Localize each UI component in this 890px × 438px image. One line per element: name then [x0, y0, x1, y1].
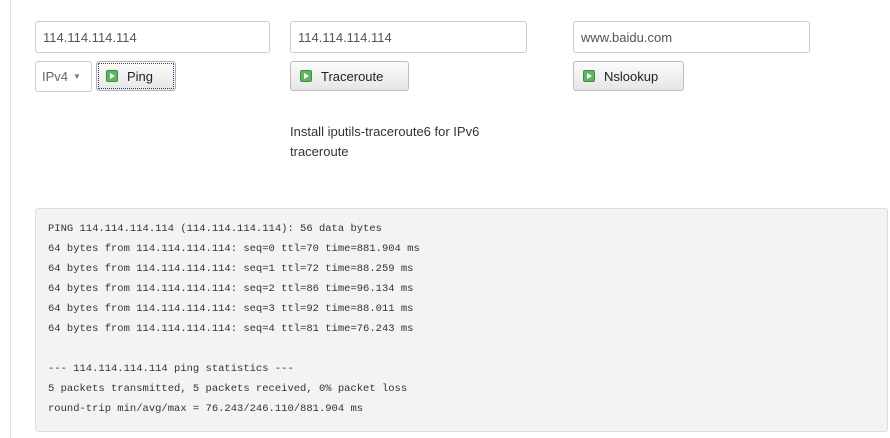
nslookup-button[interactable]: Nslookup [573, 61, 684, 91]
play-icon [106, 70, 118, 82]
traceroute-button[interactable]: Traceroute [290, 61, 409, 91]
ping-button[interactable]: Ping [96, 61, 176, 91]
play-icon [583, 70, 595, 82]
ping-host-input[interactable] [35, 21, 270, 53]
nslookup-button-label: Nslookup [604, 68, 659, 84]
ping-button-label: Ping [127, 68, 154, 84]
chevron-down-icon: ▼ [73, 71, 81, 81]
play-icon [300, 70, 312, 82]
ip-version-value: IPv4 [42, 69, 69, 84]
traceroute-ipv6-note: Install iputils-traceroute6 for IPv6 tra… [290, 124, 480, 159]
nslookup-host-input[interactable] [573, 21, 810, 53]
command-output: PING 114.114.114.114 (114.114.114.114): … [35, 208, 888, 432]
traceroute-button-label: Traceroute [321, 68, 384, 84]
ip-version-select[interactable]: IPv4 ▼ [35, 61, 92, 92]
traceroute-host-input[interactable] [290, 21, 527, 53]
page-left-border [10, 0, 11, 438]
